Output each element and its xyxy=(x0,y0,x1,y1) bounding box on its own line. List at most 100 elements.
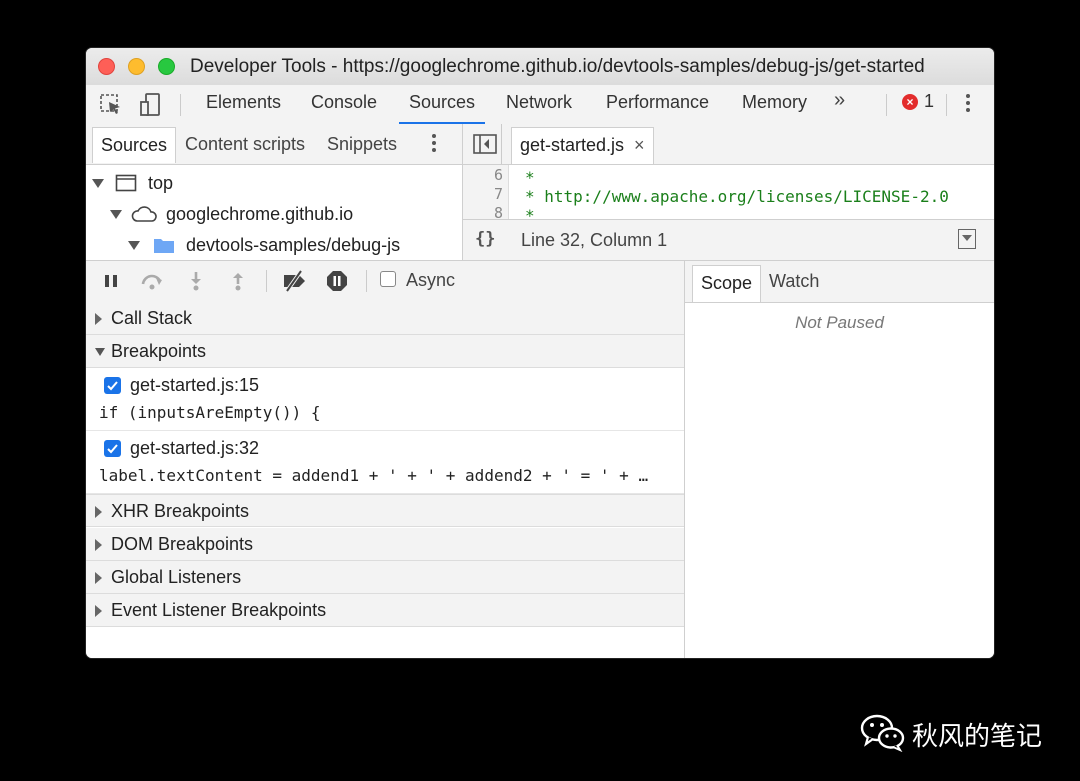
expand-arrow-icon[interactable] xyxy=(128,240,140,250)
navigator-pane: Sources Content scripts Snippets top goo… xyxy=(86,124,463,260)
breakpoint-checkbox[interactable] xyxy=(104,377,121,394)
breakpoint-item[interactable]: get-started.js:32 label.textContent = ad… xyxy=(86,431,684,494)
section-call-stack[interactable]: Call Stack xyxy=(86,302,684,335)
breakpoint-code[interactable]: if (inputsAreEmpty()) { xyxy=(99,403,675,422)
tree-item-top[interactable]: top xyxy=(92,172,173,194)
devtools-window: Developer Tools - https://googlechrome.g… xyxy=(86,48,994,658)
error-count[interactable]: 1 xyxy=(924,91,934,112)
nav-tab-sources[interactable]: Sources xyxy=(92,127,177,163)
inspect-element-icon[interactable] xyxy=(98,92,124,118)
minimize-window-button[interactable] xyxy=(128,58,145,75)
frame-icon xyxy=(115,174,137,192)
pause-icon[interactable] xyxy=(99,269,123,293)
breakpoint-location[interactable]: get-started.js:15 xyxy=(130,375,259,396)
more-tabs-icon[interactable]: » xyxy=(834,89,845,112)
tab-performance[interactable]: Performance xyxy=(606,85,709,124)
step-out-icon[interactable] xyxy=(226,269,250,293)
error-icon[interactable]: × xyxy=(902,94,918,110)
section-dom-breakpoints[interactable]: DOM Breakpoints xyxy=(86,528,684,561)
code-line: * xyxy=(525,206,535,219)
section-breakpoints[interactable]: Breakpoints xyxy=(86,335,684,368)
toolbar-divider xyxy=(946,94,947,116)
tree-item-label: googlechrome.github.io xyxy=(166,203,354,224)
toolbar-divider xyxy=(180,94,181,116)
tab-network[interactable]: Network xyxy=(506,85,572,124)
section-label: DOM Breakpoints xyxy=(111,534,254,554)
step-over-icon[interactable] xyxy=(140,269,164,293)
collapse-arrow-icon xyxy=(95,313,102,325)
tab-sources[interactable]: Sources xyxy=(398,85,486,124)
title-bar: Developer Tools - https://googlechrome.g… xyxy=(86,48,994,86)
editor-status-bar: {} Line 32, Column 1 xyxy=(463,219,994,261)
customize-menu-icon[interactable] xyxy=(964,91,972,117)
toolbar-divider xyxy=(886,94,887,116)
toolbar-divider xyxy=(266,270,267,292)
editor-tab-bar: get-started.js × xyxy=(463,124,994,165)
line-number[interactable]: 8 xyxy=(463,204,503,219)
close-window-button[interactable] xyxy=(98,58,115,75)
line-number[interactable]: 6 xyxy=(463,166,503,184)
section-label: Event Listener Breakpoints xyxy=(111,600,327,620)
pretty-print-icon[interactable]: {} xyxy=(475,229,495,249)
collapse-arrow-icon xyxy=(95,539,102,551)
expand-arrow-icon[interactable] xyxy=(92,178,104,188)
toggle-debugger-icon[interactable] xyxy=(958,229,976,249)
cursor-position: Line 32, Column 1 xyxy=(521,230,668,250)
checkmark-icon xyxy=(107,381,118,391)
line-number[interactable]: 7 xyxy=(463,185,503,203)
collapse-arrow-icon xyxy=(95,605,102,617)
code-editor[interactable]: 6 7 8 * * http://www.apache.org/licenses… xyxy=(463,165,994,219)
deactivate-breakpoints-icon[interactable] xyxy=(281,269,309,293)
tree-item-label: devtools-samples/debug-js xyxy=(186,234,401,255)
section-global-listeners[interactable]: Global Listeners xyxy=(86,561,684,594)
expand-arrow-icon xyxy=(95,348,105,356)
tab-scope[interactable]: Scope xyxy=(692,265,762,302)
async-label: Async xyxy=(406,270,456,290)
section-label: Call Stack xyxy=(111,308,193,328)
tab-console[interactable]: Console xyxy=(311,85,377,124)
window-title: Developer Tools - https://googlechrome.g… xyxy=(190,56,925,77)
collapse-arrow-icon xyxy=(95,506,102,518)
zoom-window-button[interactable] xyxy=(158,58,175,75)
section-label: Global Listeners xyxy=(111,567,242,587)
tab-bar-divider xyxy=(501,124,502,164)
debugger-pane: Async Call Stack Breakpoints get-started… xyxy=(86,260,685,658)
close-tab-icon[interactable]: × xyxy=(634,135,645,155)
tree-item-folder[interactable]: devtools-samples/debug-js xyxy=(128,234,400,256)
tab-memory[interactable]: Memory xyxy=(742,85,807,124)
tree-item-domain[interactable]: googlechrome.github.io xyxy=(110,203,353,225)
pause-on-exceptions-icon[interactable] xyxy=(325,269,349,293)
debugger-toolbar: Async xyxy=(86,261,684,303)
section-label: XHR Breakpoints xyxy=(111,501,250,521)
expand-arrow-icon[interactable] xyxy=(110,209,122,219)
folder-icon xyxy=(154,239,175,254)
nav-tab-snippets[interactable]: Snippets xyxy=(327,134,397,155)
section-event-listener-breakpoints[interactable]: Event Listener Breakpoints xyxy=(86,594,684,627)
breakpoint-code[interactable]: label.textContent = addend1 + ' + ' + ad… xyxy=(99,466,675,485)
code-line: * http://www.apache.org/licenses/LICENSE… xyxy=(525,187,949,206)
main-toolbar: Elements Console Sources Network Perform… xyxy=(86,85,994,125)
async-checkbox[interactable] xyxy=(380,271,396,287)
scope-tabs: Scope Watch xyxy=(685,261,994,303)
toolbar-divider xyxy=(366,270,367,292)
section-label: Breakpoints xyxy=(111,341,207,361)
breakpoint-item[interactable]: get-started.js:15 if (inputsAreEmpty()) … xyxy=(86,368,684,431)
navigator-menu-icon[interactable] xyxy=(430,131,438,157)
code-line: * xyxy=(525,168,535,187)
nav-tab-content-scripts[interactable]: Content scripts xyxy=(185,134,305,155)
file-tab-get-started[interactable]: get-started.js × xyxy=(511,127,654,164)
checkmark-icon xyxy=(107,444,118,454)
tab-elements[interactable]: Elements xyxy=(206,85,281,124)
watermark-text: 秋风的笔记 xyxy=(912,721,1043,751)
wechat-icon xyxy=(860,714,905,752)
cloud-icon xyxy=(131,206,157,223)
breakpoint-location[interactable]: get-started.js:32 xyxy=(130,438,259,459)
breakpoint-checkbox[interactable] xyxy=(104,440,121,457)
toggle-navigator-icon[interactable] xyxy=(473,134,497,154)
device-toolbar-icon[interactable] xyxy=(138,92,164,118)
file-tab-label: get-started.js xyxy=(520,135,625,155)
section-xhr-breakpoints[interactable]: XHR Breakpoints xyxy=(86,494,684,527)
step-into-icon[interactable] xyxy=(184,269,208,293)
navigator-tabs: Sources Content scripts Snippets xyxy=(86,124,462,165)
tab-watch[interactable]: Watch xyxy=(769,271,819,292)
